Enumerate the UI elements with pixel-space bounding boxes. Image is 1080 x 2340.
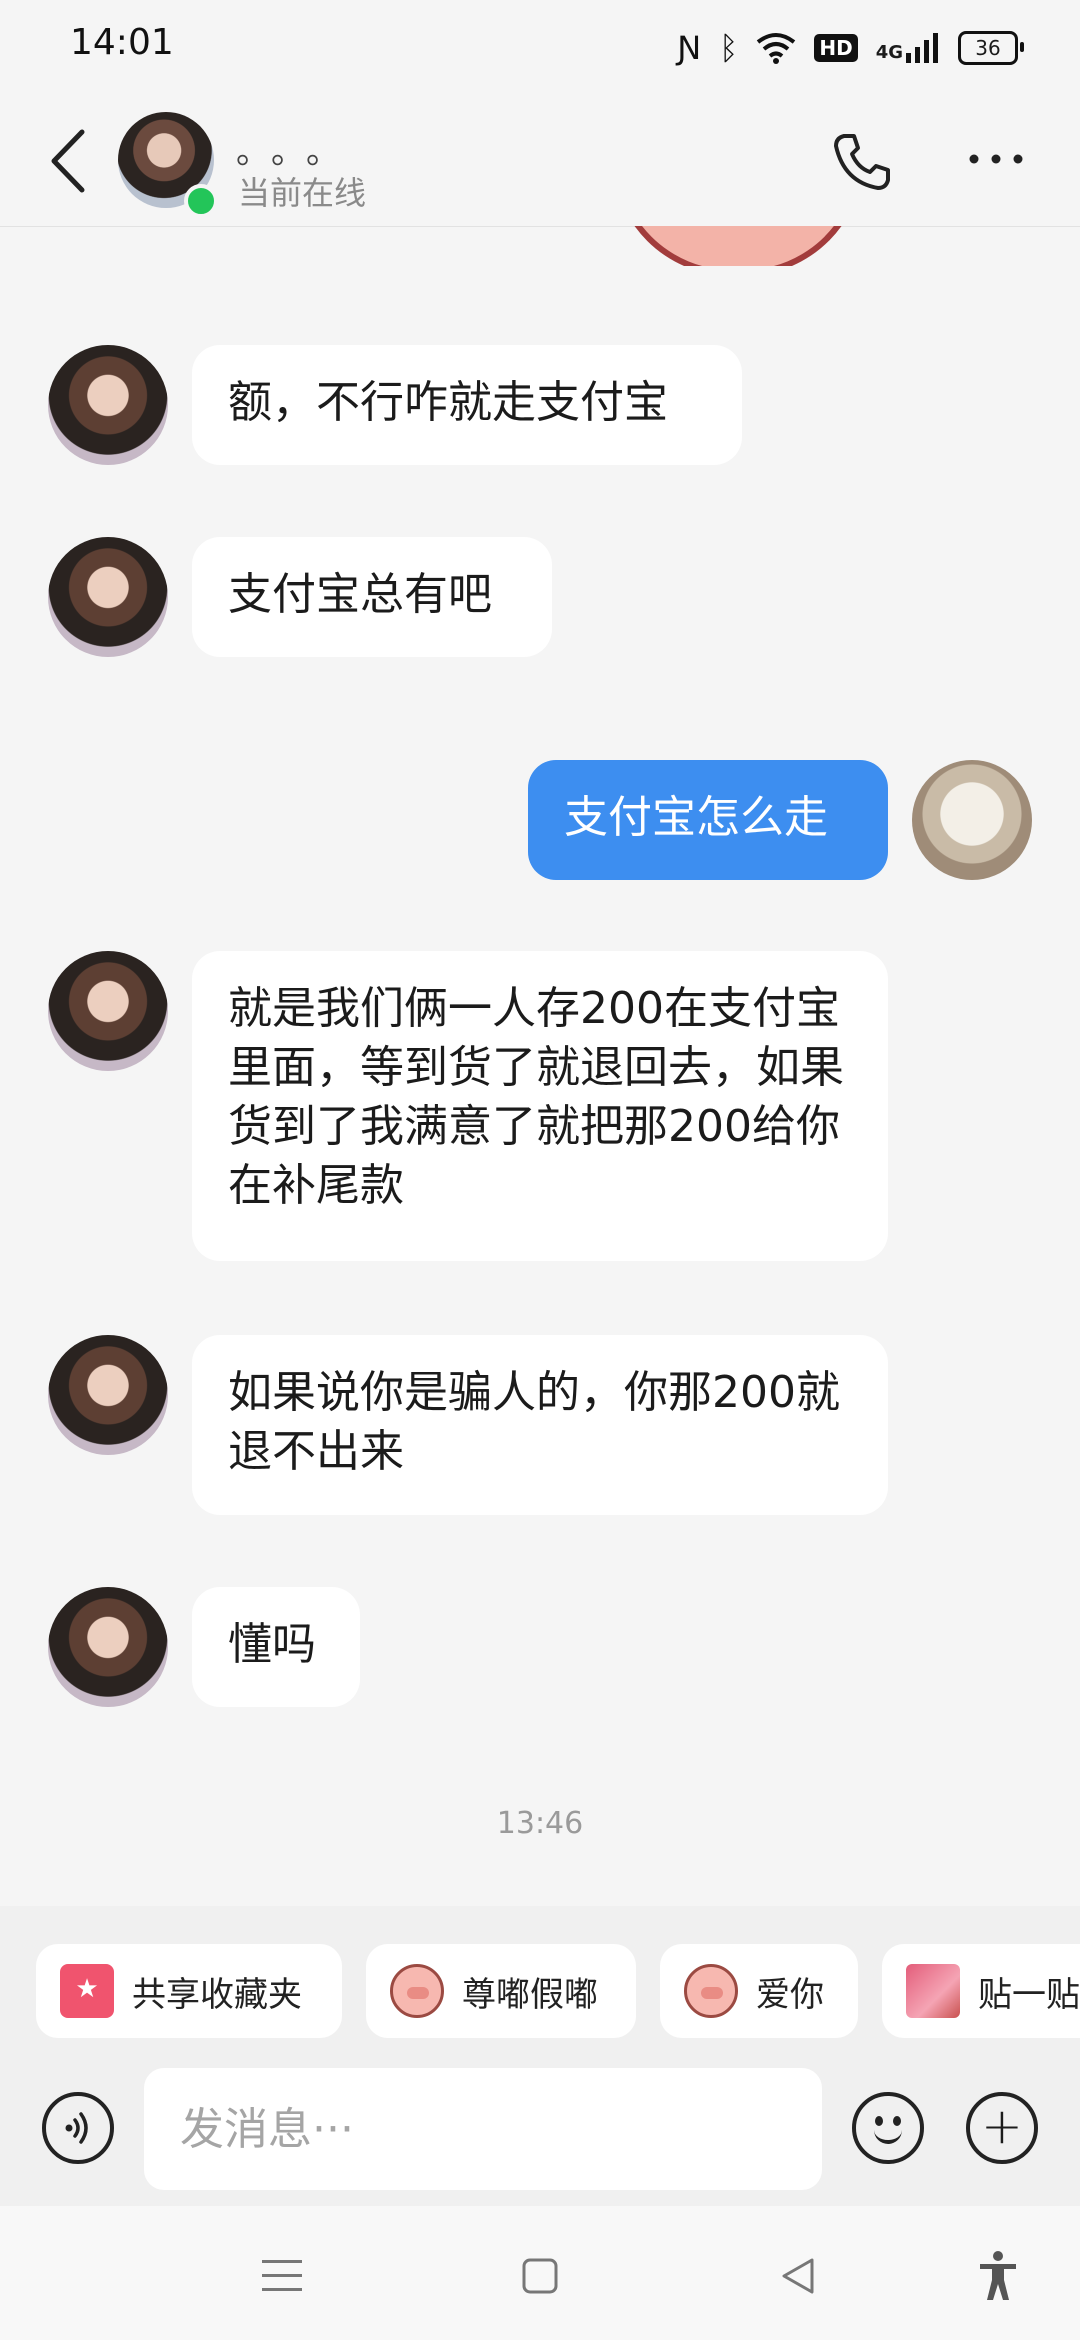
status-icons: Ɲ ᛒ HD 4G 36 — [677, 28, 1024, 68]
signal-4g-icon: 4G — [876, 33, 940, 63]
sender-avatar[interactable] — [48, 345, 168, 465]
back-triangle-icon — [782, 2258, 814, 2294]
voice-wave-icon — [65, 2112, 88, 2144]
pig-face-icon — [390, 1964, 444, 2018]
sticker-message-partial[interactable] — [612, 226, 852, 266]
chip-label: 共享收藏夹 — [132, 1974, 302, 2015]
chip-zun-du-jia-du[interactable]: 尊嘟假嘟 — [366, 1944, 636, 2038]
chip-tie-yi-tie[interactable]: 贴一贴 — [882, 1944, 1080, 2038]
status-time: 14:01 — [70, 22, 174, 63]
menu-icon — [262, 2260, 302, 2291]
battery-level: 36 — [975, 36, 1001, 60]
message-input[interactable] — [144, 2068, 822, 2190]
network-label: 4G — [875, 42, 903, 63]
voice-input-button[interactable] — [42, 2092, 114, 2164]
emoji-button[interactable] — [852, 2092, 924, 2164]
accessibility-button[interactable] — [968, 2246, 1028, 2306]
accessibility-icon — [980, 2251, 1016, 2300]
folder-star-icon — [60, 1964, 114, 2018]
online-indicator — [184, 184, 218, 218]
home-nav-button[interactable] — [510, 2246, 570, 2306]
message-bubble[interactable]: 懂吗 — [192, 1587, 360, 1707]
message-bubble[interactable]: 额，不行咋就走支付宝 — [192, 345, 742, 465]
more-actions-plus-button[interactable]: + — [966, 2092, 1038, 2164]
chip-label: 贴一贴 — [978, 1974, 1080, 2015]
online-status: 当前在线 — [238, 174, 367, 212]
message-bubble[interactable]: 如果说你是骗人的，你那200就退不出来 — [192, 1335, 888, 1515]
home-square-icon — [522, 2258, 558, 2294]
back-button[interactable] — [44, 126, 94, 196]
phone-call-button[interactable] — [830, 130, 892, 192]
contact-name[interactable]: 。。。 — [236, 124, 358, 173]
status-bar: 14:01 Ɲ ᛒ HD 4G 36 — [0, 0, 1080, 96]
my-avatar[interactable] — [912, 760, 1032, 880]
battery-icon: 36 — [958, 31, 1024, 65]
sender-avatar[interactable] — [48, 537, 168, 657]
wifi-icon — [757, 33, 796, 64]
chip-label: 尊嘟假嘟 — [462, 1974, 598, 2015]
nfc-icon: Ɲ — [677, 29, 702, 67]
message-bubble[interactable]: 支付宝总有吧 — [192, 537, 552, 657]
hd-icon: HD — [814, 34, 858, 62]
sender-avatar[interactable] — [48, 1335, 168, 1455]
more-options-button[interactable] — [966, 144, 1026, 174]
sender-avatar[interactable] — [48, 951, 168, 1071]
chip-shared-favorites[interactable]: 共享收藏夹 — [36, 1944, 342, 2038]
back-nav-button[interactable] — [768, 2246, 828, 2306]
sender-avatar[interactable] — [48, 1587, 168, 1707]
system-nav-bar — [0, 2206, 1080, 2340]
signal-bars-icon — [906, 33, 938, 63]
message-timestamp: 13:46 — [496, 1806, 584, 1841]
menu-nav-button[interactable] — [252, 2246, 312, 2306]
chip-label: 爱你 — [756, 1974, 824, 2015]
chip-love-you[interactable]: 爱你 — [660, 1944, 858, 2038]
smile-icon — [874, 2126, 902, 2144]
message-bubble[interactable]: 就是我们俩一人存200在支付宝里面，等到货了就退回去，如果货到了我满意了就把那2… — [192, 951, 888, 1261]
bluetooth-icon: ᛒ — [719, 29, 739, 67]
pig-love-icon — [684, 1964, 738, 2018]
message-bubble-outgoing[interactable]: 支付宝怎么走 — [528, 760, 888, 880]
sticker-photo-icon — [906, 1964, 960, 2018]
chat-header: 。。。 当前在线 — [0, 96, 1080, 227]
